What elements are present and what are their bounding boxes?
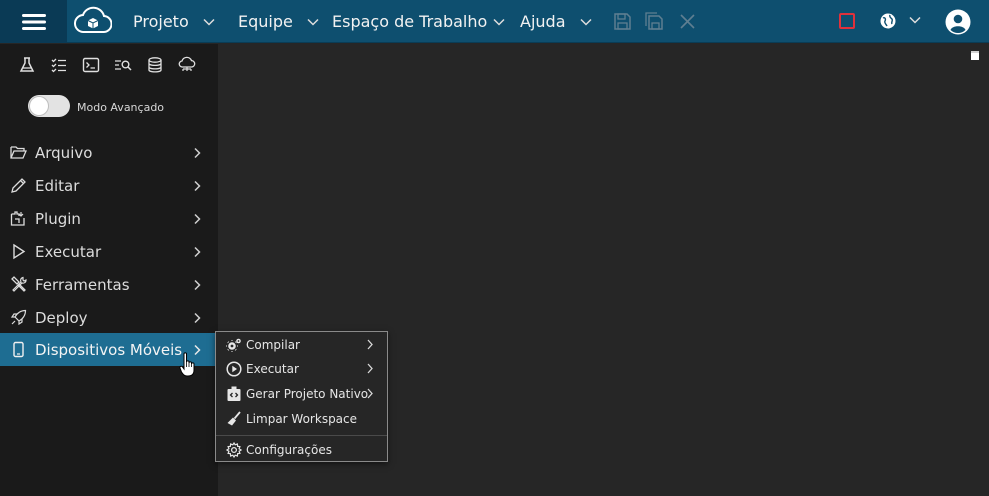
sidebar-item-label: Deploy (35, 308, 88, 327)
chevron-right-icon (367, 339, 373, 350)
hamburger-icon (21, 13, 46, 30)
globe-icon[interactable] (879, 12, 897, 30)
search-list-icon[interactable] (114, 56, 132, 74)
sidebar-item-label: Editar (35, 176, 80, 195)
menu-projeto-label: Projeto (133, 12, 189, 31)
chevron-down-icon (203, 18, 215, 26)
sidebar: Modo Avançado Arquivo Editar Plugin Exec… (0, 44, 218, 496)
close-icon[interactable] (678, 12, 697, 31)
hand-pointer-cursor-icon (179, 352, 195, 377)
hamburger-menu-button[interactable] (0, 0, 67, 43)
menu-espaco-label: Espaço de Trabalho (332, 12, 488, 31)
chevron-right-icon (194, 180, 201, 192)
sidebar-item-plugin[interactable]: Plugin (0, 202, 218, 235)
sidebar-item-label: Arquivo (35, 143, 93, 162)
menu-projeto[interactable]: Projeto (133, 0, 215, 43)
advanced-mode-label: Modo Avançado (77, 101, 165, 114)
chevron-down-icon[interactable] (909, 16, 921, 24)
native-project-icon (227, 386, 241, 401)
sidebar-item-ferramentas[interactable]: Ferramentas (0, 268, 218, 301)
submenu-divider (216, 435, 387, 436)
terminal-icon[interactable] (82, 56, 100, 74)
mobile-devices-submenu: Compilar Executar Gerar Projeto Nativo L… (215, 331, 388, 462)
panel-restore-icon[interactable] (971, 51, 979, 60)
pencil-icon (11, 178, 26, 193)
submenu-item-configuracoes[interactable]: Configurações (216, 438, 387, 462)
chevron-right-icon (367, 363, 373, 374)
save-all-icon[interactable] (645, 12, 664, 31)
menu-ajuda[interactable]: Ajuda (520, 0, 592, 43)
checklist-icon[interactable] (50, 56, 68, 74)
menu-espaco-de-trabalho[interactable]: Espaço de Trabalho (332, 0, 505, 43)
sidebar-toolbar (0, 44, 218, 86)
menu-equipe[interactable]: Equipe (238, 0, 319, 43)
database-icon[interactable] (146, 56, 164, 74)
chevron-right-icon (194, 312, 201, 324)
user-avatar-icon[interactable] (945, 9, 971, 35)
gears-icon (226, 338, 241, 352)
chevron-down-icon (579, 18, 592, 26)
submenu-item-compilar[interactable]: Compilar (216, 333, 387, 357)
tools-icon (11, 276, 27, 292)
submenu-item-label: Limpar Workspace (246, 412, 358, 426)
submenu-item-label: Gerar Projeto Nativo (246, 387, 369, 401)
sidebar-item-deploy[interactable]: Deploy (0, 301, 218, 334)
chevron-down-icon (307, 18, 319, 26)
advanced-mode-toggle[interactable] (28, 95, 70, 117)
submenu-item-label: Compilar (246, 338, 300, 352)
submenu-item-label: Executar (246, 362, 299, 376)
chevron-right-icon (194, 147, 201, 159)
submenu-item-limpar-workspace[interactable]: Limpar Workspace (216, 407, 387, 431)
top-bar: Projeto Equipe Espaço de Trabalho Ajuda (0, 0, 989, 43)
plugin-icon (10, 211, 25, 226)
chevron-right-icon (194, 279, 201, 291)
sidebar-item-editar[interactable]: Editar (0, 169, 218, 202)
folder-open-icon (10, 146, 27, 159)
sidebar-item-label: Executar (35, 242, 102, 261)
submenu-item-label: Configurações (246, 443, 332, 457)
chevron-right-icon (367, 388, 373, 399)
gear-icon (226, 442, 242, 458)
rocket-icon (10, 309, 27, 326)
sidebar-item-label: Dispositivos Móveis (35, 340, 183, 359)
menu-ajuda-label: Ajuda (520, 12, 566, 31)
play-circle-icon (226, 361, 242, 377)
chevron-right-icon (194, 246, 201, 258)
sidebar-item-executar[interactable]: Executar (0, 235, 218, 268)
play-icon (13, 243, 26, 260)
sidebar-item-arquivo[interactable]: Arquivo (0, 136, 218, 169)
chevron-down-icon (493, 18, 505, 26)
cloud-logo-icon[interactable] (74, 6, 112, 36)
toggle-knob (30, 97, 48, 115)
submenu-item-executar[interactable]: Executar (216, 357, 387, 381)
cloud-network-icon[interactable] (178, 56, 196, 74)
chevron-right-icon (194, 213, 201, 225)
sidebar-item-label: Plugin (35, 209, 81, 228)
menu-equipe-label: Equipe (238, 12, 293, 31)
sidebar-item-label: Ferramentas (35, 275, 130, 294)
submenu-item-gerar-projeto-nativo[interactable]: Gerar Projeto Nativo (216, 382, 387, 406)
stop-icon[interactable] (839, 13, 855, 29)
save-icon[interactable] (613, 12, 632, 31)
flask-icon[interactable] (18, 56, 36, 74)
broom-icon (227, 411, 241, 426)
mobile-icon (13, 341, 24, 358)
